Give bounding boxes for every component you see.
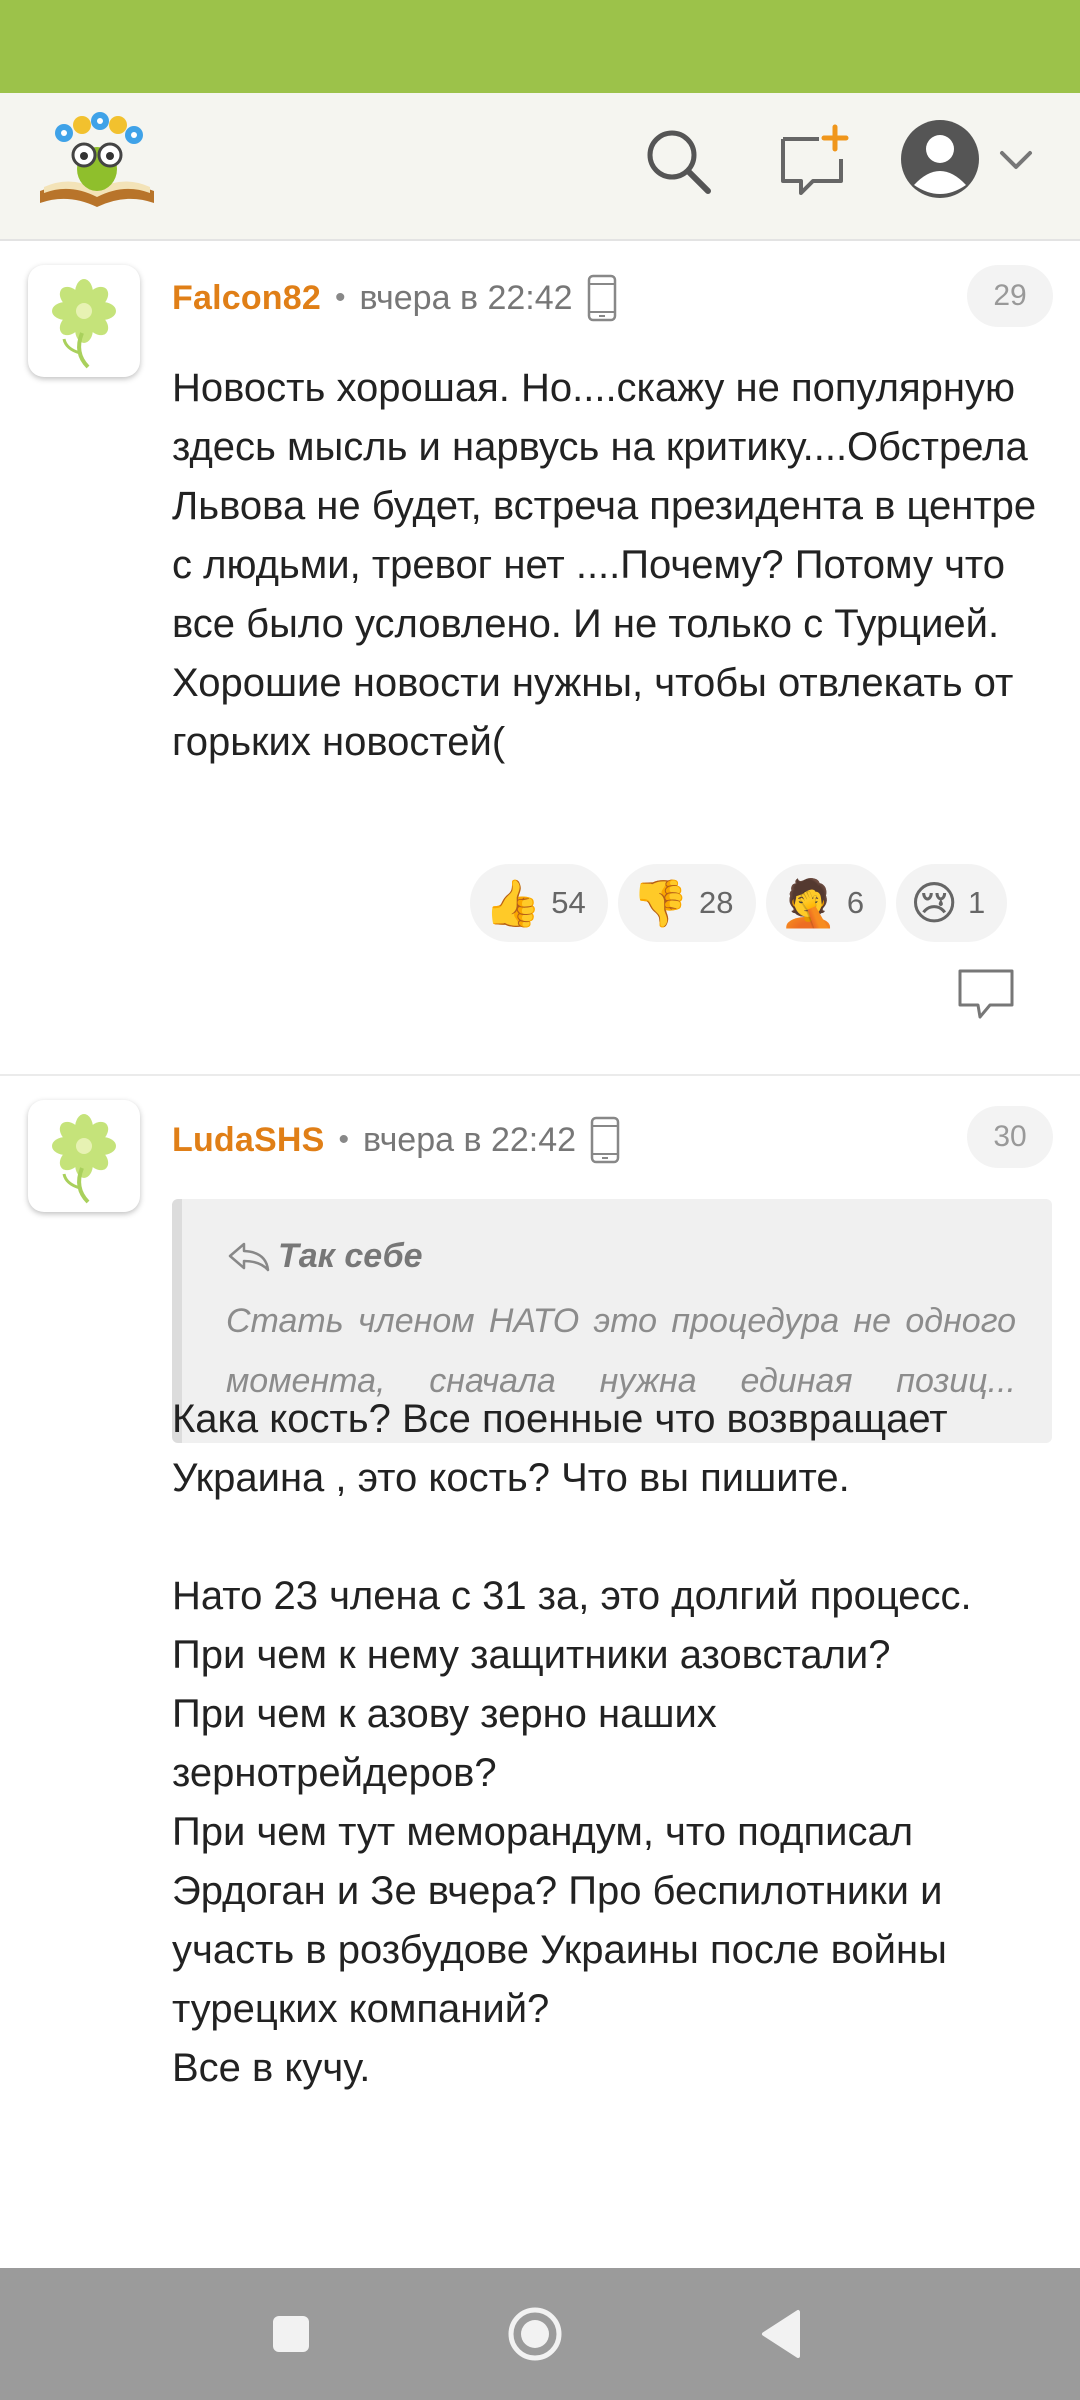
- reaction-thumbs-up[interactable]: 👍 54: [470, 864, 608, 942]
- username[interactable]: Falcon82: [172, 279, 321, 318]
- mobile-phone-icon: [590, 1116, 620, 1164]
- thumbs-down-icon: 👎: [631, 876, 690, 930]
- comment-time: вчера в 22:42: [363, 1120, 577, 1159]
- system-nav-bar: [0, 2268, 1080, 2400]
- reading-flower-logo[interactable]: [34, 107, 160, 213]
- comment-number-badge[interactable]: 29: [967, 265, 1053, 327]
- reaction-count: 6: [846, 885, 865, 920]
- mobile-phone-icon: [587, 274, 616, 322]
- meta-separator: •: [338, 1123, 350, 1156]
- reaction-crying[interactable]: 😢 1: [896, 864, 1008, 942]
- quote-header: Так себе: [226, 1237, 423, 1276]
- crying-icon: 😢: [910, 876, 959, 930]
- comment-meta: Falcon82 • вчера в 22:42: [172, 274, 617, 322]
- reaction-count: 54: [551, 885, 586, 920]
- user-avatar[interactable]: [28, 1100, 140, 1212]
- reaction-facepalm[interactable]: 🤦 6: [765, 864, 887, 942]
- comment-item: LudaSHS • вчера в 22:42 30 Так себе Стат…: [0, 1078, 1080, 2268]
- reaction-bar: 👍 54 👎 28 🤦 6 😢 1: [470, 864, 1008, 942]
- comment-item: Falcon82 • вчера в 22:42 29 Новость хоро…: [0, 241, 1080, 1076]
- user-avatar[interactable]: [28, 265, 140, 377]
- status-bar: [0, 0, 1080, 93]
- reaction-count: 1: [968, 885, 986, 920]
- reply-arrow-icon: [228, 1242, 270, 1271]
- comment-time: вчера в 22:42: [359, 278, 573, 317]
- search-icon[interactable]: [640, 123, 716, 199]
- circle-home-icon[interactable]: [503, 2302, 567, 2366]
- reaction-count: 28: [699, 885, 734, 920]
- comment-number-badge[interactable]: 30: [967, 1106, 1053, 1168]
- reaction-thumbs-down[interactable]: 👎 28: [617, 864, 756, 942]
- thumbs-up-icon: 👍: [484, 876, 542, 930]
- comment-text: Новость хорошая. Но....скажу не популярн…: [172, 366, 1048, 764]
- quote-author: Так себе: [278, 1237, 423, 1275]
- username[interactable]: LudaSHS: [172, 1121, 325, 1160]
- reply-bubble-icon[interactable]: [956, 967, 1016, 1023]
- app-header: [0, 93, 1080, 241]
- profile-menu[interactable]: [900, 119, 1040, 209]
- comment-meta: LudaSHS • вчера в 22:42: [172, 1116, 620, 1164]
- meta-separator: •: [335, 281, 346, 314]
- profile-avatar-icon: [901, 120, 979, 198]
- square-icon[interactable]: [259, 2302, 323, 2366]
- chevron-down-icon: [1000, 151, 1032, 169]
- facepalm-icon: 🤦: [779, 876, 837, 930]
- new-post-icon[interactable]: [775, 123, 851, 199]
- comment-text: Кака кость? Все поенные что возвращает У…: [172, 1397, 972, 2090]
- triangle-back-icon[interactable]: [752, 2302, 816, 2366]
